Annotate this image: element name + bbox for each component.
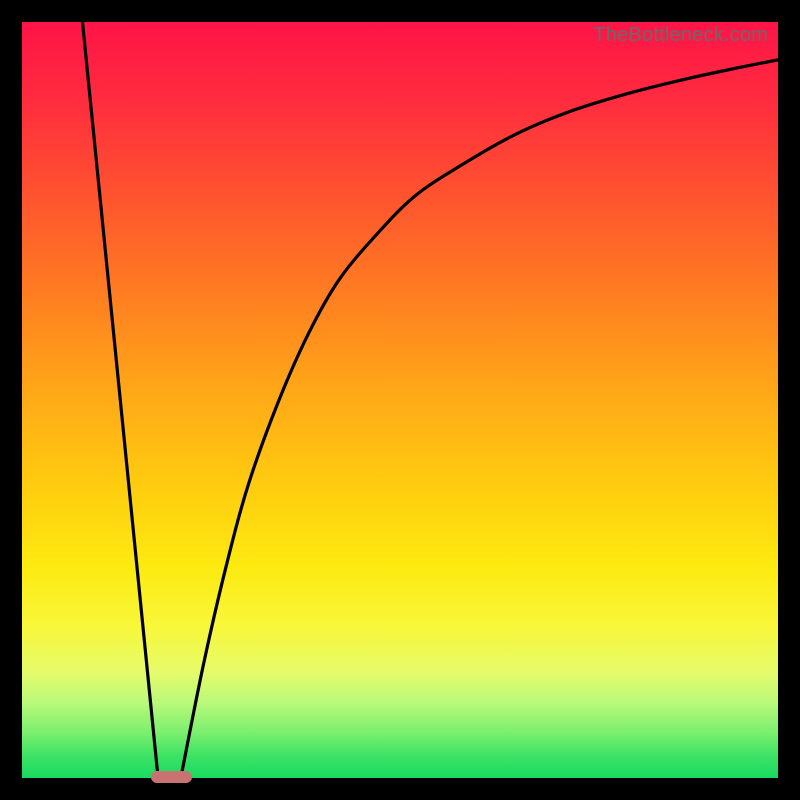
chart-frame: TheBottleneck.com	[0, 0, 800, 800]
bottleneck-curve	[22, 22, 778, 778]
plot-area: TheBottleneck.com	[22, 22, 778, 778]
optimal-marker	[151, 771, 193, 783]
